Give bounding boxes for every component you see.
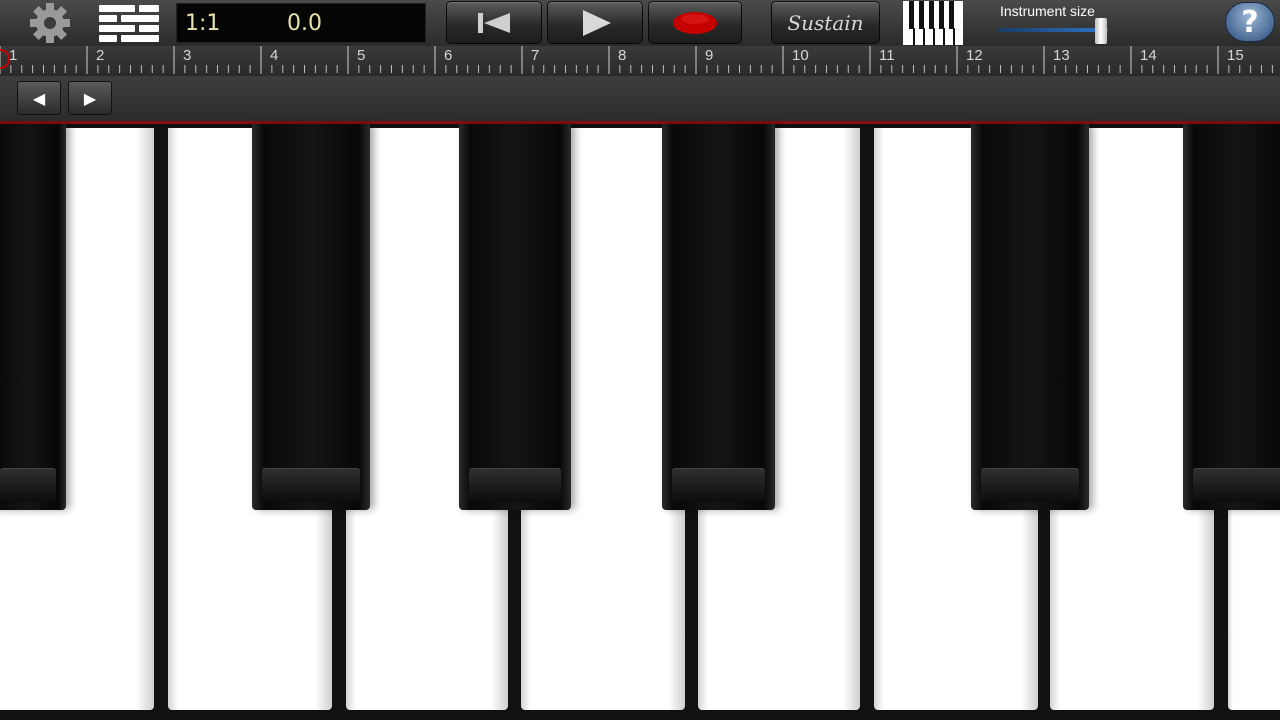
sustain-label: Sustain [787, 10, 864, 35]
ruler-number: 4 [270, 47, 279, 64]
piano-app: 1:1 0.0 Sustain Instrument size ? 1 2 3 … [0, 0, 1280, 720]
instrument-size-slider-thumb[interactable] [1095, 18, 1108, 44]
black-key[interactable] [662, 124, 775, 510]
play-button[interactable] [547, 1, 643, 44]
ruler-number: 2 [96, 47, 105, 64]
ruler-ticks [0, 46, 1273, 74]
ruler-number: 1 [9, 47, 18, 64]
ruler-number: 14 [1140, 47, 1157, 64]
black-key[interactable] [459, 124, 571, 510]
ruler-number: 8 [618, 47, 627, 64]
instrument-size-slider[interactable] [998, 28, 1108, 32]
bar-position: 1:1 [185, 11, 221, 36]
gear-icon [30, 3, 70, 43]
ruler-number: 10 [792, 47, 809, 64]
ruler-number: 7 [531, 47, 540, 64]
sustain-button[interactable]: Sustain [771, 1, 880, 44]
menu-button[interactable] [96, 0, 162, 46]
ruler-number: 6 [444, 47, 453, 64]
scroll-left-button[interactable]: ◀ [17, 81, 61, 115]
keyboard-nav-bar: ◀ ▶ [0, 76, 1280, 122]
black-key[interactable] [0, 124, 66, 510]
black-key[interactable] [252, 124, 370, 510]
black-key[interactable] [1183, 124, 1280, 510]
time-readout: 0.0 [287, 11, 322, 36]
piano-keyboard [0, 124, 1280, 720]
ruler-number: 13 [1053, 47, 1070, 64]
settings-button[interactable] [14, 0, 86, 46]
instrument-size-label: Instrument size [1000, 3, 1095, 19]
keyboard-layout-button[interactable] [902, 0, 964, 46]
black-key[interactable] [971, 124, 1089, 510]
help-icon: ? [1241, 4, 1259, 40]
ruler-number: 3 [183, 47, 192, 64]
ruler-number: 5 [357, 47, 366, 64]
playhead-marker[interactable] [0, 49, 10, 69]
play-icon [583, 9, 611, 36]
help-button[interactable]: ? [1225, 2, 1275, 42]
ruler-number: 15 [1227, 47, 1244, 64]
ruler-number: 12 [966, 47, 983, 64]
scroll-right-button[interactable]: ▶ [68, 81, 112, 115]
arrow-right-icon: ▶ [83, 88, 97, 108]
keyboard-layout-icon [903, 1, 963, 45]
ruler-number: 11 [879, 47, 895, 64]
menu-icon [99, 5, 159, 42]
record-icon [673, 11, 717, 34]
record-button[interactable] [648, 1, 742, 44]
top-toolbar: 1:1 0.0 Sustain Instrument size ? [0, 0, 1280, 46]
ruler-number: 9 [705, 47, 714, 64]
timeline-ruler[interactable]: 1 2 3 4 5 6 7 8 9 10 11 12 13 14 15 [0, 46, 1280, 76]
rewind-button[interactable] [446, 1, 542, 44]
arrow-left-icon: ◀ [32, 88, 46, 108]
position-display: 1:1 0.0 [176, 3, 426, 43]
skip-back-icon [478, 12, 510, 33]
